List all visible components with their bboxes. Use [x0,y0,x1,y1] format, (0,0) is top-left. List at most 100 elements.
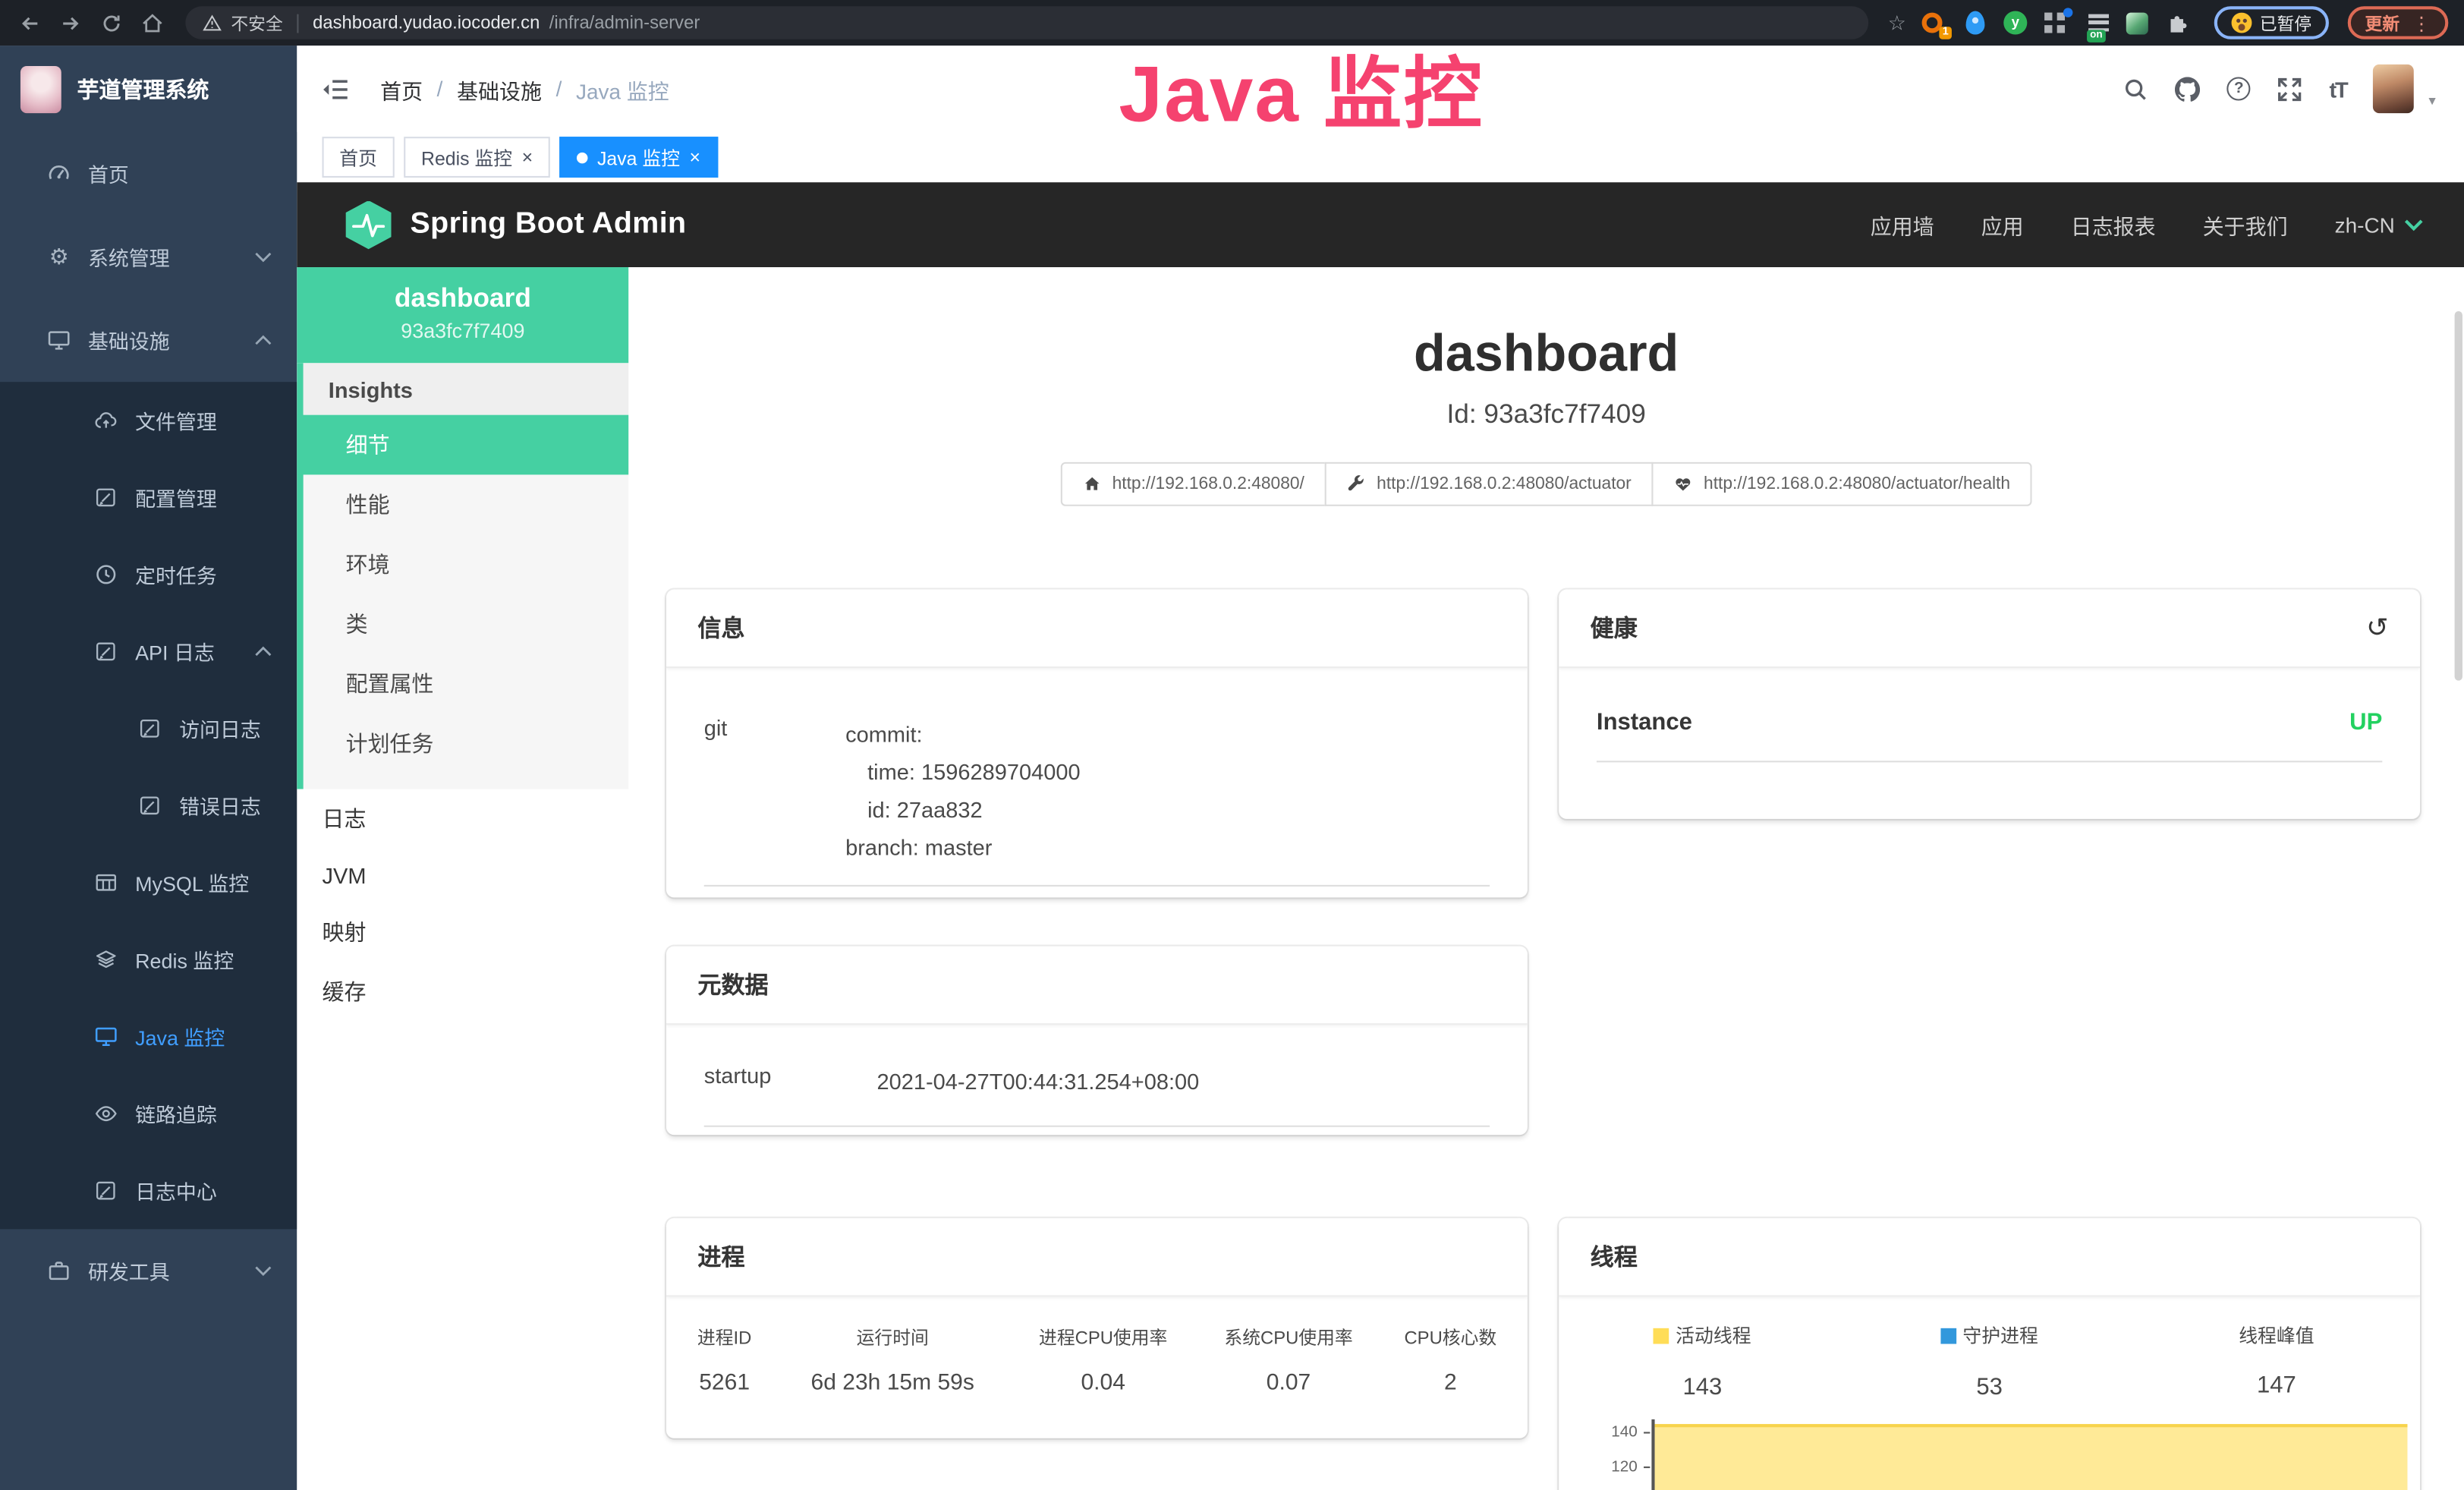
monitor-icon [47,329,71,352]
sba-menu-jvm[interactable]: JVM [297,849,628,902]
extension-y-icon[interactable]: y [2003,10,2028,35]
extension-pin-icon[interactable] [1962,10,1987,35]
sidebar-item-home[interactable]: 首页 [0,132,297,216]
github-icon[interactable] [2176,76,2201,101]
sba-brand-title[interactable]: Spring Boot Admin [410,207,686,242]
sba-nav-language[interactable]: zh-CN [2335,213,2424,237]
tab-label: Redis 监控 [421,143,512,170]
scrollbar-thumb[interactable] [2455,311,2462,681]
sidebar-item-error-log[interactable]: 错误日志 [0,767,297,844]
edit-square-icon [94,640,118,663]
tab-redis-monitor[interactable]: Redis 监控 × [404,137,550,178]
sba-body: dashboard 93a3fc7f7409 Insights 细节 性能 环境… [297,267,2464,1490]
profile-paused-chip[interactable]: 已暂停 [2214,6,2329,39]
bookmark-star-icon[interactable]: ☆ [1888,10,1906,35]
legend-label: 线程峰值 [2239,1322,2314,1349]
fullscreen-icon[interactable] [2277,76,2302,101]
legend-swatch-blue [1940,1328,1956,1344]
tick-mark [1644,1466,1650,1468]
page-scrollbar[interactable] [2455,267,2462,1430]
breadcrumb-infra[interactable]: 基础设施 [457,73,542,104]
metadata-card-title: 元数据 [666,947,1528,1025]
history-icon[interactable]: ↺ [2366,613,2389,644]
search-icon[interactable] [2123,76,2148,101]
app-logo[interactable]: 芋道管理系统 [0,46,297,132]
browser-forward-button[interactable] [53,5,88,40]
sidebar-item-redis[interactable]: Redis 监控 [0,921,297,997]
sba-nav-applications[interactable]: 应用 [1981,209,2024,240]
sidebar-item-mysql[interactable]: MySQL 监控 [0,844,297,921]
font-size-icon[interactable]: tT [2329,76,2346,101]
sidebar-item-access-log[interactable]: 访问日志 [0,690,297,767]
sidebar-item-jobs[interactable]: 定时任务 [0,536,297,613]
chevron-down-icon [2404,219,2423,232]
sidebar-item-dev-tools[interactable]: 研发工具 [0,1229,297,1312]
sidebar-item-config[interactable]: 配置管理 [0,459,297,536]
process-card-title: 进程 [666,1218,1528,1297]
sba-menu-environment[interactable]: 环境 [304,534,629,594]
sba-content: dashboard Id: 93a3fc7f7409 http://192.16… [628,267,2464,1490]
topbar-actions: ? tT ▾ [2123,65,2436,113]
sba-nav-wallboard[interactable]: 应用墙 [1871,209,1934,240]
sba-menu-details[interactable]: 细节 [297,415,628,475]
process-table: 进程ID 5261 运行时间 6d 23h 15m 59s 进程CPU使用率 0… [666,1296,1528,1395]
extension-leaf-icon[interactable] [2126,10,2151,35]
user-avatar[interactable] [2374,65,2415,113]
tab-java-monitor[interactable]: Java 监控 × [559,137,718,178]
sidebar-fold-button[interactable] [323,78,349,100]
sidebar-item-infra[interactable]: 基础设施 [0,298,297,382]
breadcrumb-home[interactable]: 首页 [380,73,423,104]
extension-list-icon[interactable]: on [2085,10,2110,35]
sba-nav-about[interactable]: 关于我们 [2203,209,2288,240]
col-header: 进程ID [674,1325,775,1350]
sidebar-item-files[interactable]: 文件管理 [0,382,297,458]
extension-on-badge: on [2087,29,2106,42]
actuator-url-button[interactable]: http://192.168.0.2:48080/actuator [1325,462,1654,506]
update-label: 更新 [2365,10,2400,35]
sba-menu-caches[interactable]: 缓存 [297,962,628,1022]
layers-icon [94,948,118,972]
sba-menu-metrics[interactable]: 性能 [304,474,629,534]
service-url-button[interactable]: http://192.168.0.2:48080/ [1060,462,1326,506]
legend-value: 147 [2133,1372,2420,1399]
app-title: 芋道管理系统 [77,73,209,104]
sidebar-item-java-monitor[interactable]: Java 监控 [0,998,297,1075]
app-frame: 芋道管理系统 首页 ⚙ 系统管理 基础设施 [0,46,2464,1490]
sba-menu-logs[interactable]: 日志 [297,789,628,849]
sidebar-item-tracing[interactable]: 链路追踪 [0,1075,297,1151]
instance-url-group: http://192.168.0.2:48080/ http://192.168… [628,462,2464,506]
sba-menu-scheduled-tasks[interactable]: 计划任务 [304,713,629,773]
browser-back-button[interactable] [13,5,48,40]
legend-value: 53 [1846,1373,2133,1400]
tab-home[interactable]: 首页 [323,137,395,178]
sba-menu-config-props[interactable]: 配置属性 [304,654,629,713]
sba-nav-journal[interactable]: 日志报表 [2071,209,2156,240]
sba-menu-classes[interactable]: 类 [304,594,629,654]
sba-navbar: Spring Boot Admin 应用墙 应用 日志报表 关于我们 zh-CN [297,182,2464,267]
sidebar-label: 文件管理 [135,405,217,435]
close-icon[interactable]: × [690,148,701,167]
chrome-update-button[interactable]: 更新 ⋮ [2348,6,2449,39]
browser-reload-button[interactable] [94,5,129,40]
cloud-upload-icon [94,408,118,432]
avatar-caret-icon[interactable]: ▾ [2428,93,2435,113]
extension-grid-icon[interactable] [2044,10,2069,35]
close-icon[interactable]: × [522,148,533,167]
sidebar-item-api-log[interactable]: API 日志 [0,613,297,690]
card-title-text: 健康 [1591,612,1638,644]
browser-home-button[interactable] [135,5,170,40]
breadcrumb-current: Java 监控 [576,73,669,104]
threads-card: 线程 活动线程 143 守护进程 53 [1559,1218,2420,1490]
sidebar-item-system[interactable]: ⚙ 系统管理 [0,216,297,299]
help-icon[interactable]: ? [2227,77,2251,100]
health-url-button[interactable]: http://192.168.0.2:48080/actuator/health [1652,462,2032,506]
sidebar-item-log-center[interactable]: 日志中心 [0,1152,297,1229]
col-value: 6d 23h 15m 59s [775,1371,1011,1396]
sba-menu-mappings[interactable]: 映射 [297,903,628,962]
sidebar-label: Redis 监控 [135,945,234,975]
card-title-text: 元数据 [697,969,768,1001]
instance-header[interactable]: dashboard 93a3fc7f7409 [297,267,628,363]
address-bar[interactable]: 不安全 dashboard.yudao.iocoder.cn/infra/adm… [185,6,1869,39]
extension-donut-icon[interactable]: 1 [1922,10,1947,35]
extensions-puzzle-icon[interactable] [2167,10,2192,35]
